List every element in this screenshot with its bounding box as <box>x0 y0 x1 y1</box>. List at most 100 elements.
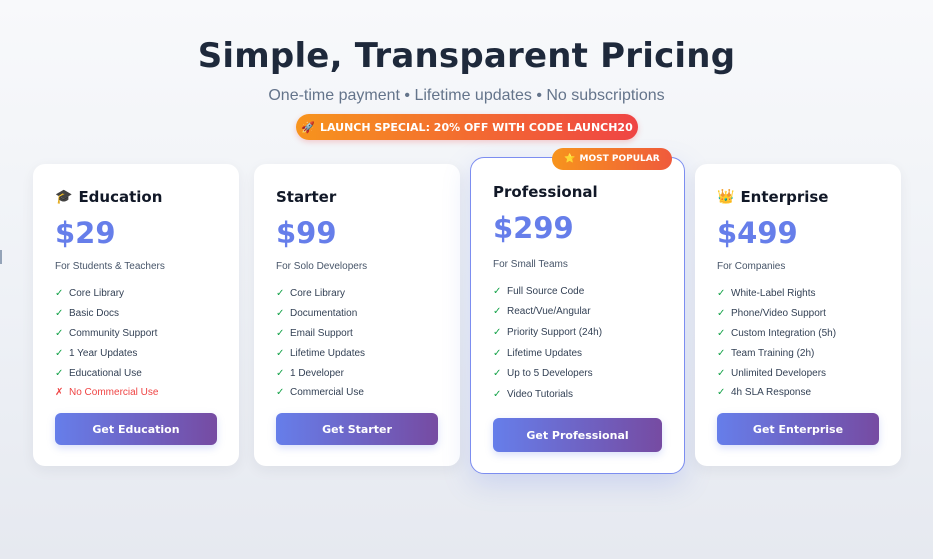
feature-item: ✓ Documentation <box>276 304 365 324</box>
feature-label: No Commercial Use <box>69 387 159 399</box>
feature-label: Commercial Use <box>290 387 364 399</box>
check-icon: ✓ <box>493 347 502 359</box>
feature-list: ✓ Core Library ✓ Documentation ✓ Email Supp… <box>276 284 365 403</box>
feature-item: ✓ Community Support <box>55 324 158 344</box>
check-icon: ✓ <box>717 387 726 399</box>
feature-list: ✓ White-Label Rights ✓ Phone/Video Support… <box>717 284 836 403</box>
feature-item: ✓ White-Label Rights <box>717 284 836 304</box>
check-icon: ✓ <box>493 388 502 400</box>
feature-item: ✓ Unlimited Developers <box>717 363 836 383</box>
check-icon: ✓ <box>717 367 726 379</box>
plan-card-enterprise: 👑 Enterprise $499 For Companies ✓ White-L… <box>695 164 901 466</box>
plan-name: 🎓 Education <box>55 188 162 206</box>
plan-name: 👑 Enterprise <box>717 188 828 206</box>
feature-item: ✓ Basic Docs <box>55 304 158 324</box>
feature-label: Core Library <box>69 288 125 300</box>
check-icon: ✓ <box>55 367 64 379</box>
plan-audience: For Students & Teachers <box>55 261 165 272</box>
get-professional-button[interactable]: Get Professional <box>493 418 662 452</box>
feature-item: ✓ Priority Support (24h) <box>493 322 602 343</box>
check-icon: ✓ <box>493 306 502 318</box>
check-icon: ✓ <box>493 326 502 338</box>
page-title: Simple, Transparent Pricing <box>197 36 736 76</box>
plan-card-education: 🎓 Education $29 For Students & Teachers … <box>33 164 239 466</box>
check-icon: ✓ <box>493 368 502 380</box>
plan-name: Professional <box>493 183 598 201</box>
feature-item: ✓ 4h SLA Response <box>717 383 836 403</box>
check-icon: ✓ <box>276 367 285 379</box>
feature-item: ✓ Core Library <box>55 284 158 304</box>
star-icon: ⭐ <box>564 154 576 164</box>
feature-item: ✓ 1 Developer <box>276 363 365 383</box>
feature-label: Documentation <box>290 308 358 320</box>
check-icon: ✓ <box>717 288 726 300</box>
check-icon: ✓ <box>55 327 64 339</box>
cross-icon: ✗ <box>55 387 64 399</box>
check-icon: ✓ <box>55 347 64 359</box>
feature-label: Unlimited Developers <box>731 367 827 379</box>
plan-audience: For Solo Developers <box>276 261 368 272</box>
plan-audience: For Small Teams <box>493 259 568 270</box>
crown-icon: 👑 <box>717 189 735 205</box>
feature-label: Educational Use <box>69 367 142 379</box>
plan-name: Starter <box>276 188 336 206</box>
feature-label: Community Support <box>69 327 158 339</box>
feature-label: Lifetime Updates <box>290 347 366 359</box>
check-icon: ✓ <box>276 308 285 320</box>
feature-item: ✓ Email Support <box>276 324 365 344</box>
plan-price: $99 <box>276 216 337 250</box>
feature-label: React/Vue/Angular <box>507 306 591 318</box>
get-starter-button[interactable]: Get Starter <box>276 413 438 445</box>
feature-item: ✓ Custom Integration (5h) <box>717 324 836 344</box>
check-icon: ✓ <box>717 308 726 320</box>
rocket-icon: 🚀 <box>301 120 315 134</box>
feature-label: Lifetime Updates <box>507 347 583 359</box>
feature-item: ✓ Full Source Code <box>493 281 602 302</box>
promo-text: LAUNCH SPECIAL: 20% OFF WITH CODE LAUNCH… <box>319 120 633 134</box>
check-icon: ✓ <box>717 327 726 339</box>
feature-label: Custom Integration (5h) <box>731 327 837 339</box>
feature-label: Full Source Code <box>507 285 585 297</box>
most-popular-badge: ⭐ MOST POPULAR <box>552 148 672 170</box>
excluded-feature-item: ✗ No Commercial Use <box>55 383 158 403</box>
feature-item: ✓ Lifetime Updates <box>493 343 602 364</box>
plan-name-label: Starter <box>276 188 337 206</box>
feature-label: 1 Year Updates <box>69 347 138 359</box>
feature-label: Priority Support (24h) <box>507 326 603 338</box>
plan-name-label: Professional <box>493 183 598 201</box>
plan-price: $499 <box>717 216 798 250</box>
page-subtitle: One-time payment • Lifetime updates • No… <box>268 87 665 104</box>
feature-label: Video Tutorials <box>507 388 573 400</box>
feature-item: ✓ Core Library <box>276 284 365 304</box>
check-icon: ✓ <box>276 327 285 339</box>
feature-label: White-Label Rights <box>731 288 816 300</box>
get-enterprise-button[interactable]: Get Enterprise <box>717 413 879 445</box>
feature-item: ✓ Team Training (2h) <box>717 343 836 363</box>
feature-label: 4h SLA Response <box>731 387 812 399</box>
feature-item: ✓ Up to 5 Developers <box>493 363 602 384</box>
feature-label: Up to 5 Developers <box>507 368 593 380</box>
check-icon: ✓ <box>55 288 64 300</box>
graduation-cap-icon: 🎓 <box>55 189 73 205</box>
feature-item: ✓ 1 Year Updates <box>55 343 158 363</box>
feature-list: ✓ Core Library ✓ Basic Docs ✓ Community Sup… <box>55 284 158 403</box>
page-edge-marker <box>0 250 2 264</box>
feature-label: Core Library <box>290 288 346 300</box>
feature-item: ✓ Video Tutorials <box>493 384 602 405</box>
plan-price: $29 <box>55 216 116 250</box>
feature-label: Phone/Video Support <box>731 308 826 320</box>
check-icon: ✓ <box>55 308 64 320</box>
plan-card-professional: Professional $299 For Small Teams ✓ Full … <box>470 157 685 474</box>
feature-item: ✓ Phone/Video Support <box>717 304 836 324</box>
plan-name-label: Education <box>78 188 163 206</box>
plan-audience: For Companies <box>717 261 786 272</box>
feature-label: Basic Docs <box>69 308 120 320</box>
check-icon: ✓ <box>276 387 285 399</box>
feature-item: ✓ Educational Use <box>55 363 158 383</box>
check-icon: ✓ <box>276 288 285 300</box>
feature-item: ✓ React/Vue/Angular <box>493 302 602 323</box>
get-education-button[interactable]: Get Education <box>55 413 217 445</box>
plan-card-starter: Starter $99 For Solo Developers ✓ Core Li… <box>254 164 460 466</box>
plan-name-label: Enterprise <box>740 188 829 206</box>
check-icon: ✓ <box>717 347 726 359</box>
